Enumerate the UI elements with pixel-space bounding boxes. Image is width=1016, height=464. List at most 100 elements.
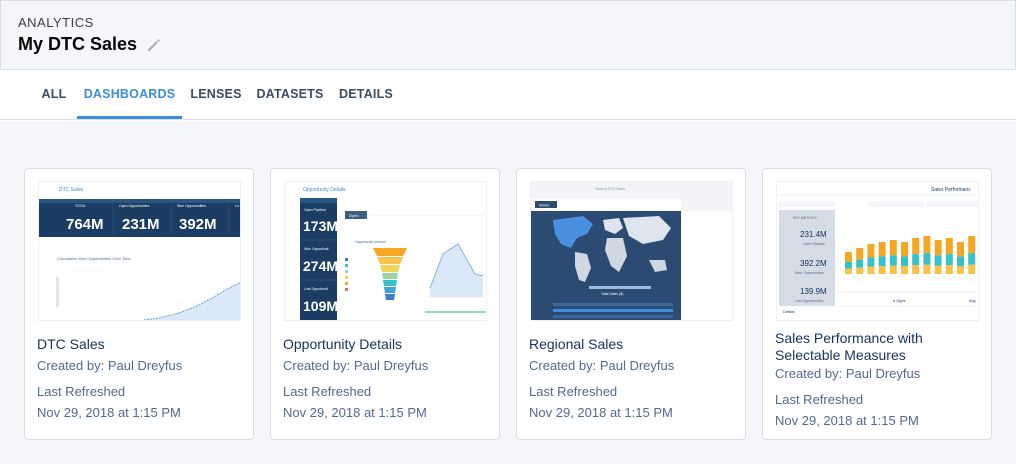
card-title[interactable]: Opportunity Details: [283, 336, 488, 353]
bar-segment: [845, 268, 852, 274]
bar-segment: [945, 238, 953, 255]
tab-dashboards[interactable]: DASHBOARDS: [77, 70, 182, 119]
bar-segment: [912, 265, 920, 274]
card-title[interactable]: Regional Sales: [529, 336, 734, 353]
bar-segment: [912, 254, 920, 265]
dashboard-card-sales-performance[interactable]: Sales Performanc KEY METRICS 231.4M Open…: [762, 168, 992, 440]
card-refreshed-date: Nov 29, 2018 at 1:15 PM: [37, 405, 181, 420]
title-row: My DTC Sales: [18, 34, 163, 55]
kpi-label: TOTAL: [75, 204, 86, 208]
back-link: ← Back to DTC Sales: [591, 187, 625, 191]
dashboard-card-opportunity-details[interactable]: Opportunity Details Open Pipeline 173M W…: [270, 168, 500, 440]
card-refreshed-label: Last Refreshed: [283, 384, 372, 399]
kpi-value: 231M: [122, 216, 160, 233]
bar-segment: [934, 240, 942, 256]
bar-segment: [845, 252, 852, 262]
map-label: World: [539, 203, 549, 208]
bar-segment: [901, 266, 908, 274]
thumb-heading: DTC Sales: [59, 187, 84, 193]
app-eyebrow: ANALYTICS: [18, 15, 94, 30]
bar-segment: [923, 253, 931, 265]
bar-segment: [968, 253, 976, 265]
tab-bar: ALL DASHBOARDS LENSES DATASETS DETAILS: [0, 70, 1016, 120]
bar-segment: [957, 266, 964, 274]
card-title[interactable]: DTC Sales: [37, 336, 242, 353]
side-kpi-label: Won Opportunit: [304, 247, 328, 251]
metric-label: Won Opportunities: [795, 271, 824, 275]
details-label: Details: [783, 310, 795, 314]
bar-segment: [878, 242, 886, 257]
bar-segment: [901, 256, 908, 266]
bar-segment: [934, 255, 942, 266]
side-kpi-value: 109M: [303, 298, 338, 314]
pencil-icon[interactable]: [145, 36, 163, 54]
card-refreshed-label: Last Refreshed: [775, 392, 864, 407]
metric-value: 392.2M: [800, 259, 827, 268]
bar-segment: [889, 240, 897, 256]
thumb-heading: Sales Performanc: [931, 187, 971, 193]
bar-segment: [923, 236, 931, 254]
metric-label: Open Pipeline: [803, 242, 825, 246]
bar-segment: [968, 236, 976, 254]
bar-segment: [867, 257, 875, 267]
kpi-label: Won Opportunities: [177, 204, 206, 208]
dashboard-grid: DTC Sales TOTAL Open Opportunities Won O…: [0, 121, 1016, 464]
card-creator: Created by: Paul Dreyfus: [283, 358, 429, 373]
kpi-label: Open Opportunities: [119, 204, 150, 208]
footer-right-label: Avg: [969, 299, 975, 303]
bar-segment: [856, 248, 864, 260]
side-kpi-label: Lost Opportunit: [304, 287, 328, 291]
bar-segment: [945, 265, 953, 274]
chart-caption: Cumulative Won Opportunities Over Time: [57, 256, 132, 261]
card-refreshed-label: Last Refreshed: [37, 384, 126, 399]
card-refreshed-date: Nov 29, 2018 at 1:15 PM: [775, 413, 919, 428]
funnel-caption: Opportunity Amount: [355, 240, 386, 244]
card-creator: Created by: Paul Dreyfus: [37, 358, 183, 373]
dashboard-thumbnail[interactable]: DTC Sales TOTAL Open Opportunities Won O…: [38, 181, 241, 321]
dashboard-thumbnail[interactable]: ← Back to DTC Sales World Total Sales ($…: [530, 181, 733, 321]
dashboard-card-dtc-sales[interactable]: DTC Sales TOTAL Open Opportunities Won O…: [24, 168, 254, 440]
bar-segment: [845, 261, 852, 269]
bar-segment: [923, 264, 931, 274]
bar-segment: [957, 256, 964, 266]
side-kpi-label: Open Pipeline: [304, 208, 326, 212]
bar-segment: [934, 265, 942, 274]
bar-segment: [901, 242, 908, 257]
card-title[interactable]: Sales Performance with Selectable Measur…: [775, 330, 980, 364]
bar-segment: [889, 255, 897, 266]
dashboard-thumbnail[interactable]: Opportunity Details Open Pipeline 173M W…: [284, 181, 487, 321]
metrics-label: KEY METRICS: [793, 216, 817, 220]
metric-value: 231.4M: [800, 230, 827, 239]
page-header: ANALYTICS My DTC Sales: [0, 0, 1016, 70]
bar-segment: [878, 256, 886, 266]
bar-segment: [867, 266, 875, 274]
thumb-heading: Opportunity Details: [303, 187, 346, 193]
kpi-value: 392M: [179, 216, 217, 233]
card-refreshed-label: Last Refreshed: [529, 384, 618, 399]
dashboard-card-regional-sales[interactable]: ← Back to DTC Sales World Total Sales ($…: [516, 168, 746, 440]
bar-segment: [889, 265, 897, 274]
bar-segment: [912, 238, 920, 255]
status-chip: Open: [349, 213, 359, 218]
bar-segment: [878, 266, 886, 274]
dashboard-thumbnail[interactable]: Sales Performanc KEY METRICS 231.4M Open…: [776, 181, 979, 321]
card-refreshed-date: Nov 29, 2018 at 1:15 PM: [283, 405, 427, 420]
kpi-label: Lo: [235, 204, 239, 208]
card-creator: Created by: Paul Dreyfus: [775, 366, 921, 381]
page-title: My DTC Sales: [18, 34, 138, 54]
bar-segment: [945, 254, 953, 265]
metric-label: Lost Opportunities: [795, 299, 824, 303]
footer-left-label: # Opps: [893, 299, 905, 303]
bar-segment: [957, 242, 964, 257]
tab-datasets[interactable]: DATASETS: [250, 70, 330, 119]
tab-lenses[interactable]: LENSES: [184, 70, 248, 119]
bar-segment: [867, 244, 875, 258]
kpi-value: 764M: [66, 216, 104, 233]
card-refreshed-date: Nov 29, 2018 at 1:15 PM: [529, 405, 673, 420]
card-creator: Created by: Paul Dreyfus: [529, 358, 675, 373]
tab-all[interactable]: ALL: [33, 70, 75, 119]
tab-details[interactable]: DETAILS: [332, 70, 400, 119]
side-kpi-value: 173M: [303, 218, 338, 234]
bar-segment: [968, 264, 976, 274]
legend-caption: Total Sales ($): [601, 292, 623, 296]
